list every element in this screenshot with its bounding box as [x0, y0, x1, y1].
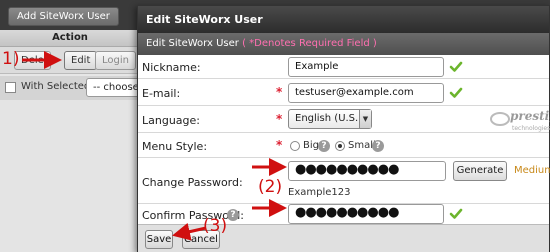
change-password-input[interactable]: ●●●●●●●●●● — [288, 161, 446, 181]
change-password-label: Change Password: — [142, 176, 243, 189]
language-value: English (U.S.) — [295, 113, 363, 124]
login-button[interactable]: Login — [95, 51, 136, 70]
confirm-password-input[interactable]: ●●●●●●●●●● — [288, 204, 444, 224]
step2-label: (2) — [258, 177, 283, 197]
chevron-down-icon: ▼ — [359, 110, 371, 128]
nickname-input[interactable]: Example — [288, 57, 444, 77]
dialog-subtitle: Edit SiteWorx User ( *Denotes Required F… — [138, 33, 549, 55]
step1-label: 1) — [2, 49, 20, 69]
save-button[interactable]: Save — [145, 230, 173, 249]
edit-button[interactable]: Edit — [64, 51, 98, 70]
edit-user-dialog: Edit SiteWorx User Edit SiteWorx User ( … — [137, 5, 550, 252]
dialog-title: Edit SiteWorx User — [138, 6, 549, 33]
help-icon[interactable]: ? — [372, 140, 384, 152]
check-icon — [449, 87, 463, 98]
with-selected-label: With Selected: — [21, 81, 94, 92]
nickname-row: Nickname: Example — [138, 55, 549, 79]
logo-text: prestige — [510, 109, 550, 123]
generate-button[interactable]: Generate — [453, 161, 507, 181]
select-all-checkbox[interactable] — [5, 82, 16, 93]
required-note: ( *Denotes Required Field ) — [242, 38, 377, 49]
email-label: E-mail: — [142, 87, 181, 100]
required-marker: * — [276, 112, 283, 126]
help-icon[interactable]: ? — [227, 209, 239, 221]
required-marker: * — [276, 138, 283, 152]
logo-mark — [490, 112, 510, 126]
menu-style-small-radio[interactable] — [335, 141, 345, 151]
generated-password-text: Example123 — [288, 187, 351, 198]
language-label: Language: — [142, 114, 200, 127]
menu-style-label: Menu Style: — [142, 140, 208, 153]
add-siteworx-user-button[interactable]: Add SiteWorx User — [8, 7, 119, 26]
logo-subtext: technologies — [512, 125, 550, 132]
nickname-label: Nickname: — [142, 61, 201, 74]
password-strength: Medium — [514, 165, 550, 176]
step3-label: (3) — [203, 216, 228, 236]
check-icon — [449, 61, 463, 72]
help-icon[interactable]: ? — [318, 140, 330, 152]
background-content — [0, 100, 140, 252]
email-row: E-mail: * testuser@example.com — [138, 79, 549, 106]
delete-button[interactable]: Dele — [14, 51, 51, 70]
required-marker: * — [276, 85, 283, 99]
subtitle-text: Edit SiteWorx User — [146, 38, 239, 49]
menu-style-row: Menu Style: * Big ? Small ? — [138, 133, 549, 158]
email-input[interactable]: testuser@example.com — [288, 83, 444, 103]
action-column-header: Action — [0, 30, 140, 47]
menu-style-big-radio[interactable] — [290, 141, 300, 151]
language-select[interactable]: English (U.S.) ▼ — [288, 109, 372, 129]
check-icon — [449, 208, 463, 219]
menu-style-big-label: Big — [303, 140, 319, 151]
